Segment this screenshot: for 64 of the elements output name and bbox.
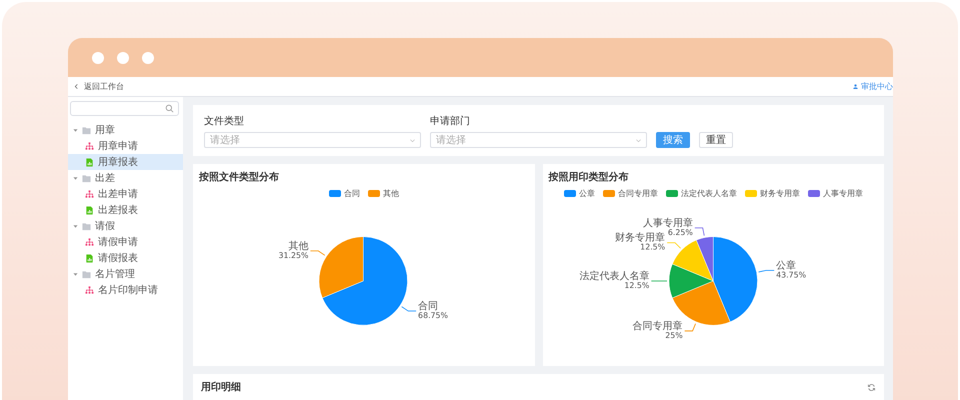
field-label: 文件类型: [204, 114, 245, 128]
leader-line: [684, 323, 696, 332]
caret-icon[interactable]: [73, 272, 78, 276]
caret-icon[interactable]: [73, 128, 78, 132]
folder-icon: [82, 222, 91, 230]
legend-item[interactable]: 人事专用章: [808, 188, 863, 199]
slice-label: 其他 31.25%: [278, 240, 308, 260]
leader-line: [310, 250, 326, 256]
chevron-left-icon: [74, 84, 79, 89]
legend-item[interactable]: 法定代表人名章: [666, 188, 737, 199]
hierarchy-icon: [85, 190, 94, 198]
window-dot[interactable]: [142, 52, 154, 64]
user-link[interactable]: 审批中心: [853, 81, 893, 92]
folder-icon: [82, 174, 91, 182]
refresh-icon[interactable]: [867, 382, 876, 392]
legend-item[interactable]: 合同: [328, 188, 360, 199]
tree-item[interactable]: 出差报表: [68, 202, 183, 218]
slice-label: 公章 43.75%: [776, 260, 806, 280]
folder-icon: [82, 270, 91, 278]
legend-item[interactable]: 财务专用章: [744, 188, 800, 199]
tree-item[interactable]: 请假: [68, 218, 183, 234]
hierarchy-icon: [85, 238, 94, 246]
legend-item[interactable]: 其他: [368, 188, 399, 199]
tree-item[interactable]: 用章报表: [68, 154, 183, 170]
search-field[interactable]: [70, 101, 179, 116]
tree-item[interactable]: 请假申请: [68, 234, 183, 250]
user-icon: [853, 84, 858, 89]
legend-item[interactable]: 合同专用章: [602, 188, 658, 199]
tree-item[interactable]: 用章申请: [68, 138, 183, 154]
leader-line: [666, 242, 680, 249]
folder-icon: [82, 126, 91, 134]
slice-label: 法定代表人名章 12.5%: [578, 271, 649, 290]
chevron-down-icon: [410, 138, 415, 142]
hierarchy-icon: [85, 142, 94, 150]
search-icon: [165, 104, 174, 113]
tree-item[interactable]: 用章: [68, 122, 183, 138]
report-icon: [85, 254, 94, 262]
hierarchy-icon: [85, 286, 94, 294]
tree-item[interactable]: 请假报表: [68, 250, 183, 266]
tree-item[interactable]: 出差申请: [68, 186, 183, 202]
window-dot[interactable]: [92, 52, 104, 64]
leader-line: [694, 228, 704, 236]
window-dot[interactable]: [117, 52, 129, 64]
slice-label: 合同 68.75%: [418, 301, 448, 320]
chart-title: 按照用印类型分布: [548, 170, 630, 184]
slice-label: 合同专用章 25%: [632, 320, 682, 340]
report-icon: [85, 158, 94, 166]
chevron-down-icon: [636, 138, 641, 142]
tree-item[interactable]: 出差: [68, 170, 183, 186]
back-link[interactable]: 返回工作台: [74, 81, 124, 92]
reset-button[interactable]: 重置: [699, 132, 733, 148]
slice-label: 财务专用章 12.5%: [614, 232, 665, 252]
leader-line: [650, 280, 667, 282]
legend-item[interactable]: 公章: [564, 188, 595, 199]
caret-icon[interactable]: [73, 176, 78, 180]
field-label: 申请部门: [430, 114, 471, 128]
report-icon: [85, 206, 94, 214]
tree-item[interactable]: 名片管理: [68, 266, 183, 282]
tree-item[interactable]: 名片印制申请: [68, 282, 183, 298]
section-title: 用印明细: [201, 380, 241, 394]
chart-title: 按照文件类型分布: [199, 170, 280, 184]
leader-line: [758, 270, 774, 272]
leader-line: [401, 306, 416, 312]
caret-icon[interactable]: [73, 224, 78, 228]
